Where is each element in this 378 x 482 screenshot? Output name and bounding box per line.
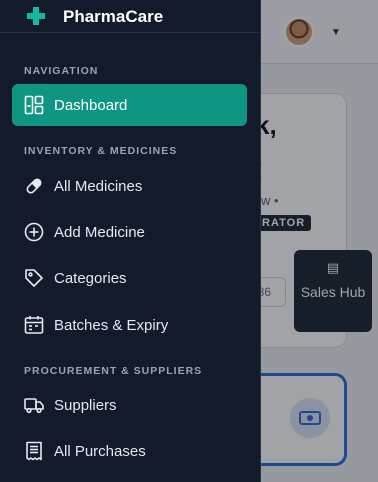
truck-icon bbox=[24, 395, 44, 415]
sidebar: PharmaCare NAVIGATION Dashboard INVENTOR… bbox=[0, 0, 261, 482]
sidebar-item-label: Batches & Expiry bbox=[54, 316, 169, 334]
section-title-procurement: PROCUREMENT & SUPPLIERS bbox=[24, 365, 203, 377]
brand-header: PharmaCare bbox=[0, 0, 260, 33]
section-title-inventory: INVENTORY & MEDICINES bbox=[24, 145, 178, 157]
sidebar-item-label: All Medicines bbox=[54, 177, 143, 195]
sidebar-item-label: Dashboard bbox=[54, 96, 128, 114]
sidebar-item-categories[interactable]: Categories bbox=[12, 257, 247, 299]
sidebar-item-label: Suppliers bbox=[54, 396, 117, 414]
pill-icon bbox=[24, 176, 44, 196]
medical-cross-icon bbox=[26, 6, 46, 31]
sidebar-item-dashboard[interactable]: Dashboard bbox=[12, 84, 247, 126]
sidebar-item-all-medicines[interactable]: All Medicines bbox=[12, 165, 247, 207]
sidebar-item-label: Categories bbox=[54, 269, 127, 287]
section-title-navigation: NAVIGATION bbox=[24, 65, 99, 77]
sidebar-item-label: Add Medicine bbox=[54, 223, 145, 241]
sidebar-item-add-medicine[interactable]: Add Medicine bbox=[12, 211, 247, 253]
receipt-icon bbox=[24, 441, 44, 461]
tag-icon bbox=[24, 268, 44, 288]
app-name: PharmaCare bbox=[63, 7, 164, 26]
sidebar-item-label: All Purchases bbox=[54, 442, 146, 460]
sidebar-item-suppliers[interactable]: Suppliers bbox=[12, 384, 247, 426]
calendar-icon bbox=[24, 315, 44, 335]
sidebar-item-batches-expiry[interactable]: Batches & Expiry bbox=[12, 304, 247, 346]
plus-circle-icon bbox=[24, 222, 44, 242]
sidebar-item-all-purchases[interactable]: All Purchases bbox=[12, 430, 247, 472]
dashboard-icon bbox=[24, 95, 44, 115]
